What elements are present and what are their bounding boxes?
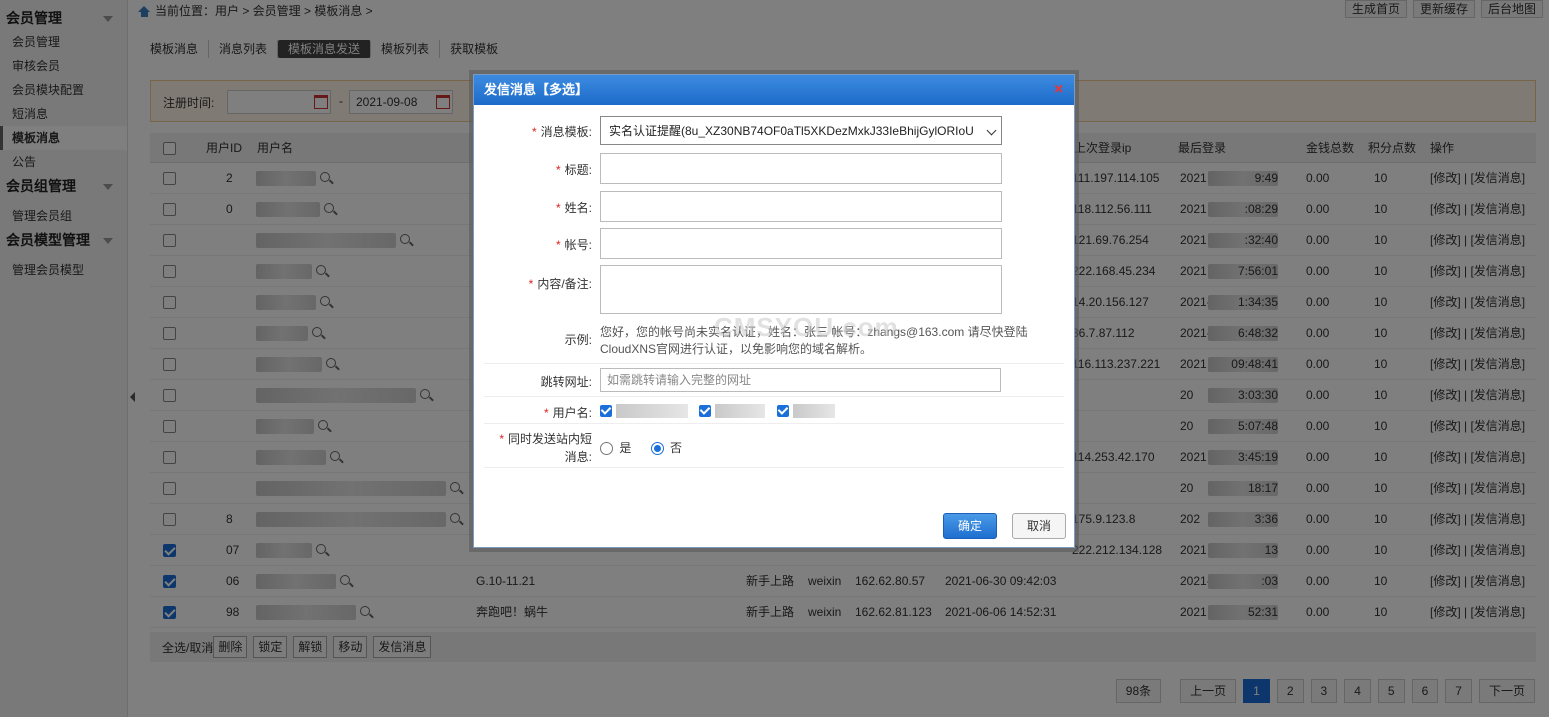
dialog-title-bar: 发信消息【多选】 ×	[474, 75, 1074, 105]
confirm-button[interactable]: 确定	[943, 513, 997, 539]
example-text: 您好，您的帐号尚未实名认证，姓名：张三 帐号：zhangs@163.com 请尽…	[600, 325, 1028, 356]
user-checkbox-1[interactable]	[600, 404, 612, 417]
username-row: * 用户名:	[484, 400, 1064, 424]
divider	[484, 396, 1064, 397]
account-row: * 帐号:	[484, 228, 1064, 259]
title-input[interactable]	[600, 153, 1002, 184]
user-checkbox-2[interactable]	[699, 404, 712, 417]
chevron-down-icon	[986, 125, 997, 136]
name-input[interactable]	[600, 191, 1002, 222]
template-select[interactable]: 实名认证提醒(8u_XZ30NB74OF0aTl5XKDezMxkJ33IeBh…	[600, 116, 1002, 145]
divider	[484, 363, 1064, 364]
divider	[484, 423, 1064, 424]
send-message-dialog: 发信消息【多选】 × * 消息模板: 实名认证提醒(8u_XZ30NB74OF0a…	[473, 74, 1075, 548]
sms-radio-group: 是 否	[600, 439, 682, 456]
username-2	[715, 403, 766, 418]
selected-users	[600, 403, 843, 418]
url-row: 跳转网址: 如需跳转请输入完整的网址	[484, 367, 1064, 393]
title-row: * 标题:	[484, 153, 1064, 184]
dialog-title: 发信消息【多选】	[484, 82, 589, 97]
cancel-button[interactable]: 取消	[1012, 513, 1066, 539]
close-icon[interactable]: ×	[1054, 82, 1066, 98]
name-row: * 姓名:	[484, 191, 1064, 222]
content-textarea[interactable]	[600, 265, 1002, 314]
template-row: * 消息模板: 实名认证提醒(8u_XZ30NB74OF0aTl5XKDezMxk…	[484, 116, 1064, 147]
content-row: * 内容/备注:	[484, 265, 1064, 315]
example-row: 示例: 您好，您的帐号尚未实名认证，姓名：张三 帐号：zhangs@163.co…	[484, 324, 1064, 360]
user-checkbox-3[interactable]	[776, 404, 789, 417]
sms-row: * 同时发送站内短 消息: 是 否	[499, 432, 683, 464]
radio-yes[interactable]	[600, 442, 613, 456]
divider	[484, 467, 1064, 468]
username-3	[792, 403, 835, 418]
username-1	[616, 403, 688, 418]
account-input[interactable]	[600, 228, 1002, 259]
url-input[interactable]: 如需跳转请输入完整的网址	[600, 368, 1001, 392]
radio-no[interactable]	[650, 442, 664, 456]
